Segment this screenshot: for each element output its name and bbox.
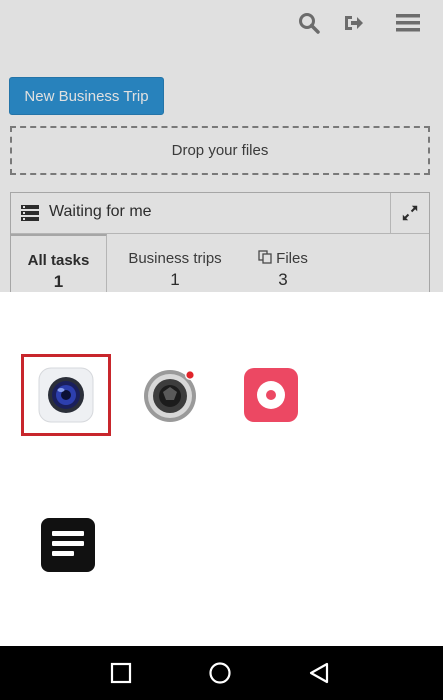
dim-overlay xyxy=(0,0,443,292)
home-icon[interactable] xyxy=(207,660,233,686)
video-camera-app-icon xyxy=(144,370,196,422)
background-app: New Business Trip Drop your files Waitin… xyxy=(0,0,443,292)
recents-icon[interactable] xyxy=(108,660,134,686)
back-icon[interactable] xyxy=(306,660,332,686)
app-chooser-sheet xyxy=(0,292,443,646)
video-camera-app[interactable] xyxy=(128,357,212,433)
sound-recorder-app[interactable] xyxy=(229,357,313,433)
notes-app-icon xyxy=(41,518,95,572)
system-navigation-bar xyxy=(0,646,443,700)
camera-app[interactable] xyxy=(21,354,111,436)
notes-app[interactable] xyxy=(26,507,110,583)
sound-recorder-app-icon xyxy=(244,368,298,422)
camera-app-icon xyxy=(38,367,94,423)
